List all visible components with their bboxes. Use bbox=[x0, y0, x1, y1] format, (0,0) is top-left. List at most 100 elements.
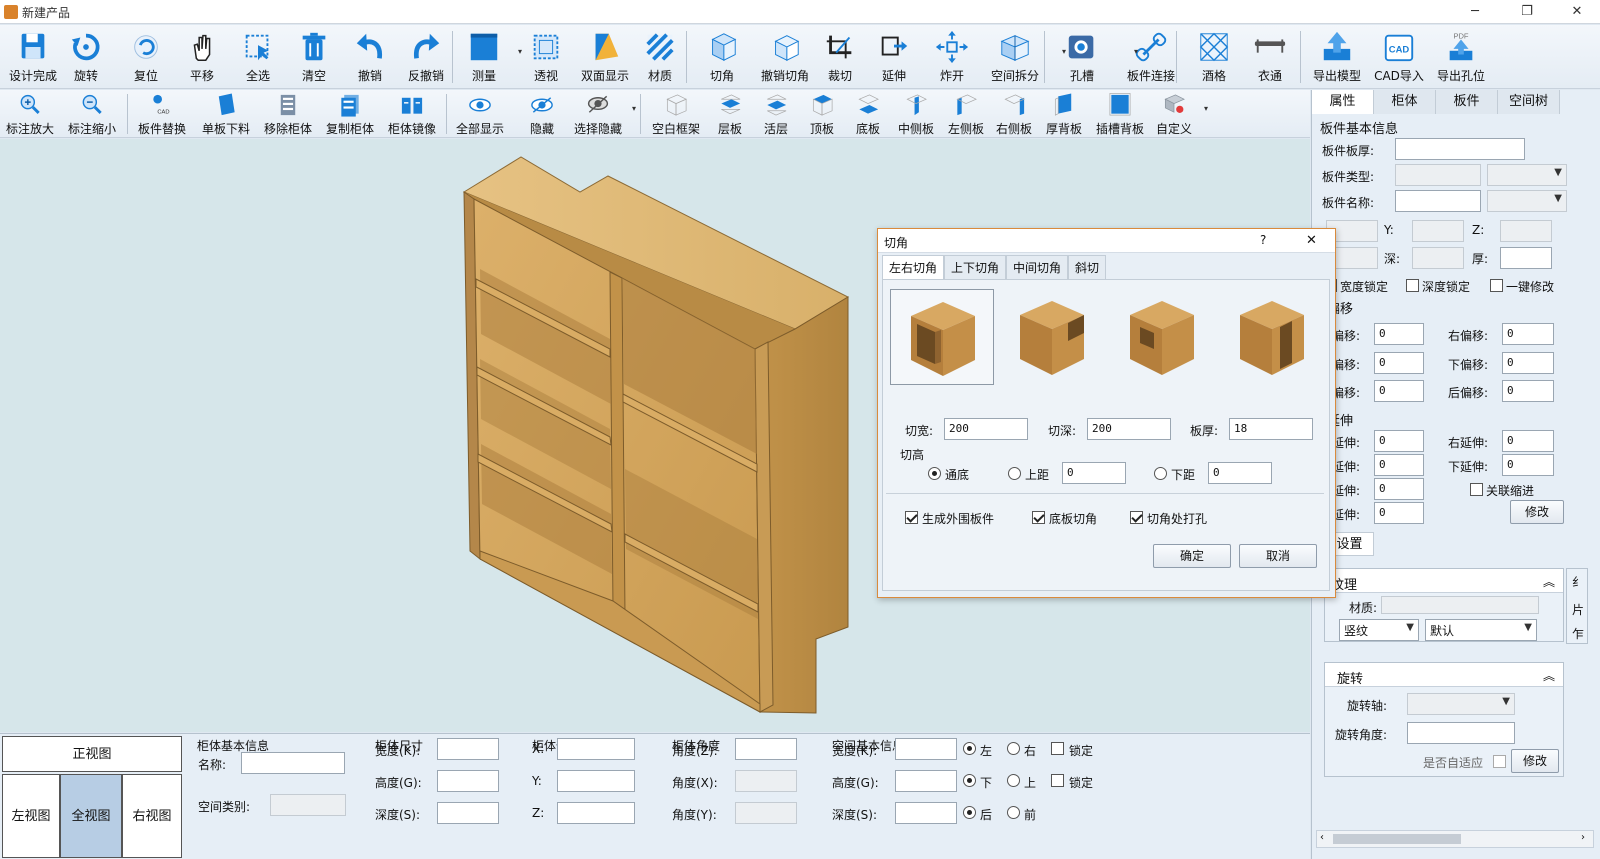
thick-dim-input[interactable] bbox=[1500, 247, 1552, 269]
space-depth-input[interactable] bbox=[895, 802, 957, 824]
tool-save-button[interactable]: 设计完成 bbox=[2, 28, 64, 84]
back-radio[interactable] bbox=[963, 806, 976, 819]
right-extend-input[interactable]: 0 bbox=[1502, 430, 1554, 452]
panel-thick-input[interactable]: 18 bbox=[1229, 418, 1313, 440]
tool-measure-button[interactable]: 测量 bbox=[456, 28, 512, 84]
left-view-button[interactable]: 左视图 bbox=[2, 774, 60, 858]
adaptive-checkbox[interactable] bbox=[1493, 755, 1506, 768]
tool-mirror-cabinet-button[interactable]: 柜体镜像 bbox=[382, 92, 442, 136]
front-offset-input[interactable]: 0 bbox=[1374, 380, 1424, 402]
width-input[interactable] bbox=[437, 738, 499, 760]
tool-hole-slot-button[interactable]: 孔槽 bbox=[1054, 28, 1110, 84]
cut-option-1[interactable] bbox=[890, 289, 994, 385]
cut-option-2[interactable] bbox=[1000, 289, 1104, 385]
modify-extend-button[interactable]: 修改 bbox=[1510, 500, 1564, 524]
tool-custom-button[interactable]: 自定义 bbox=[1144, 92, 1204, 136]
depth-lock-checkbox[interactable] bbox=[1406, 279, 1419, 292]
dialog-close-button[interactable]: ✕ bbox=[1306, 233, 1317, 248]
tool-slot-back-panel-button[interactable]: 插槽背板 bbox=[1090, 92, 1150, 136]
dropdown-caret-icon[interactable]: ▾ bbox=[632, 104, 636, 113]
tool-crop-button[interactable]: 裁切 bbox=[812, 28, 868, 84]
tool-panel-replace-button[interactable]: CAD 板件替换 bbox=[132, 92, 192, 136]
tool-wine-rack-button[interactable]: 酒格 bbox=[1186, 28, 1242, 84]
tab-bevel-cut[interactable]: 斜切 bbox=[1068, 255, 1106, 279]
dropdown-caret-icon[interactable]: ▾ bbox=[1134, 47, 1138, 56]
top-dist-input[interactable]: 0 bbox=[1062, 462, 1126, 484]
angle-z-input[interactable] bbox=[735, 738, 797, 760]
tab-left-right-cut[interactable]: 左右切角 bbox=[882, 255, 944, 279]
tool-hide-eye-button[interactable]: 隐藏 bbox=[512, 92, 572, 136]
back-offset-input[interactable]: 0 bbox=[1502, 380, 1554, 402]
bottom-dist-input[interactable]: 0 bbox=[1208, 462, 1272, 484]
up-offset-input[interactable]: 0 bbox=[1374, 352, 1424, 374]
tab-space-tree[interactable]: 空间树 bbox=[1498, 90, 1560, 114]
down-offset-input[interactable]: 0 bbox=[1502, 352, 1554, 374]
tool-select-hide-button[interactable]: 选择隐藏 bbox=[568, 92, 628, 136]
right-view-button[interactable]: 右视图 bbox=[122, 774, 182, 858]
tool-show-all-eye-button[interactable]: 全部显示 bbox=[450, 92, 510, 136]
tool-cut-corner-button[interactable]: 切角 bbox=[694, 28, 750, 84]
tab-top-bottom-cut[interactable]: 上下切角 bbox=[944, 255, 1006, 279]
gen-outer-checkbox[interactable] bbox=[905, 511, 918, 524]
height-lock-checkbox[interactable] bbox=[1051, 774, 1064, 787]
tab-panel[interactable]: 板件 bbox=[1436, 90, 1498, 114]
tab-middle-cut[interactable]: 中间切角 bbox=[1006, 255, 1068, 279]
tool-export-model-button[interactable]: 导出模型 bbox=[1306, 28, 1368, 84]
cut-option-4[interactable] bbox=[1220, 289, 1324, 385]
dropdown-caret-icon[interactable]: ▾ bbox=[518, 47, 522, 56]
cut-option-3[interactable] bbox=[1110, 289, 1214, 385]
z-input[interactable] bbox=[557, 802, 635, 824]
tab-properties[interactable]: 属性 bbox=[1312, 90, 1374, 114]
tool-reset-button[interactable]: 复位 bbox=[118, 28, 174, 84]
panel-type-select[interactable]: ▼ bbox=[1487, 164, 1567, 186]
panel-thickness-input[interactable] bbox=[1395, 138, 1525, 160]
modify-rotate-button[interactable]: 修改 bbox=[1511, 749, 1559, 773]
right-radio[interactable] bbox=[1007, 742, 1020, 755]
tool-rotate-button[interactable]: 旋转 bbox=[58, 28, 114, 84]
tool-cad-import-button[interactable]: CAD CAD导入 bbox=[1368, 28, 1430, 84]
y-input[interactable] bbox=[557, 770, 635, 792]
tool-single-panel-cut-button[interactable]: 单板下料 bbox=[196, 92, 256, 136]
dropdown-caret-icon[interactable]: ▾ bbox=[1062, 47, 1066, 56]
back-extend-input[interactable]: 0 bbox=[1374, 502, 1424, 524]
right-offset-input[interactable]: 0 bbox=[1502, 323, 1554, 345]
tool-hand-pan-button[interactable]: 平移 bbox=[174, 28, 230, 84]
tool-undo-cut-corner-button[interactable]: 撤销切角 bbox=[754, 28, 816, 84]
close-window-button[interactable]: ✕ bbox=[1554, 0, 1600, 24]
tool-clothes-rail-button[interactable]: 衣通 bbox=[1242, 28, 1298, 84]
cancel-button[interactable]: 取消 bbox=[1239, 544, 1317, 568]
left-extend-input[interactable]: 0 bbox=[1374, 430, 1424, 452]
scroll-right-icon[interactable]: › bbox=[1581, 832, 1585, 843]
top-dist-radio[interactable] bbox=[1008, 467, 1021, 480]
grain-select[interactable]: 竖纹 ▼ bbox=[1339, 619, 1419, 641]
width-lock-checkbox[interactable] bbox=[1051, 742, 1064, 755]
up-radio[interactable] bbox=[1007, 774, 1020, 787]
left-radio[interactable] bbox=[963, 742, 976, 755]
dropdown-caret-icon[interactable]: ▾ bbox=[1204, 104, 1208, 113]
x-input[interactable] bbox=[557, 738, 635, 760]
cabinet-name-input[interactable] bbox=[241, 752, 345, 774]
rotate-angle-input[interactable] bbox=[1407, 722, 1515, 744]
tool-blank-frame-button[interactable]: 空白框架 bbox=[646, 92, 706, 136]
maximize-button[interactable]: ❐ bbox=[1504, 0, 1550, 24]
collapse-icon[interactable]: ︽ bbox=[1543, 667, 1555, 684]
cut-hole-checkbox[interactable] bbox=[1130, 511, 1143, 524]
down-radio[interactable] bbox=[963, 774, 976, 787]
tab-cabinet[interactable]: 柜体 bbox=[1374, 90, 1436, 114]
scroll-thumb[interactable] bbox=[1333, 834, 1461, 844]
default-select[interactable]: 默认 ▼ bbox=[1425, 619, 1537, 641]
linked-shrink-checkbox[interactable] bbox=[1470, 483, 1483, 496]
front-view-button[interactable]: 正视图 bbox=[2, 736, 182, 772]
tool-redo-button[interactable]: 反撤销 bbox=[398, 28, 454, 84]
down-extend-input[interactable]: 0 bbox=[1502, 454, 1554, 476]
tool-space-split-button[interactable]: 空间拆分 bbox=[984, 28, 1046, 84]
tool-perspective-button[interactable]: 透视 bbox=[518, 28, 574, 84]
tool-explode-button[interactable]: 炸开 bbox=[924, 28, 980, 84]
tool-zoom-out-dim-button[interactable]: 标注缩小 bbox=[62, 92, 122, 136]
tool-trash-button[interactable]: 清空 bbox=[286, 28, 342, 84]
panel-name-input[interactable] bbox=[1395, 190, 1481, 212]
depth-input[interactable] bbox=[437, 802, 499, 824]
horizontal-scrollbar[interactable]: ‹ › bbox=[1316, 830, 1594, 848]
left-offset-input[interactable]: 0 bbox=[1374, 323, 1424, 345]
ok-button[interactable]: 确定 bbox=[1153, 544, 1231, 568]
